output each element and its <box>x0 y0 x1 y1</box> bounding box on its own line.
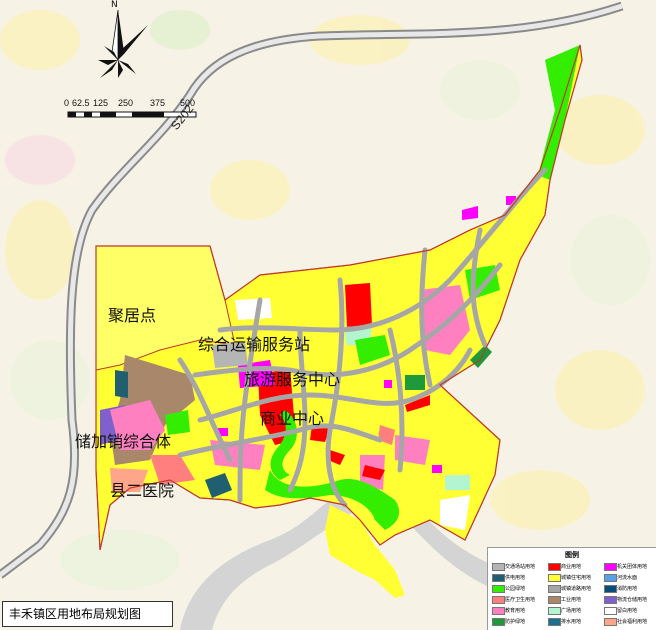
legend-swatch <box>548 596 561 604</box>
legend-swatch <box>492 585 505 593</box>
legend-label: 社会福利用地 <box>617 619 648 625</box>
legend-label: 机关团体用地 <box>617 564 648 570</box>
legend-swatch <box>604 585 617 593</box>
north-arrow-icon <box>98 9 148 78</box>
legend-label: 城镇道路用地 <box>561 586 592 592</box>
legend-label: 排水用地 <box>561 619 582 625</box>
legend-label: 消防用地 <box>617 586 638 592</box>
legend-swatch <box>492 618 505 626</box>
legend-swatch <box>548 585 561 593</box>
legend-swatch <box>548 563 561 571</box>
label-lvyou: 旅游服务中心 <box>244 370 341 389</box>
legend-swatch <box>492 607 505 615</box>
legend-swatch <box>548 574 561 582</box>
legend-swatch <box>604 607 617 615</box>
north-label: N <box>111 0 118 10</box>
legend-swatch <box>604 563 617 571</box>
scale-tick: 375 <box>150 98 166 108</box>
land-use-map <box>0 1 656 630</box>
label-chujia: 储加销综合体 <box>75 432 172 451</box>
legend: 图例 交通场站用地 商业用地 机关团体用地供电用地 城镇住宅用地 河流水面公园绿地 城镇道… <box>487 547 656 630</box>
map-title: 丰禾镇区用地布局规划图 <box>2 601 173 627</box>
legend-swatch <box>492 596 505 604</box>
legend-swatch <box>604 596 617 604</box>
legend-swatch <box>548 607 561 615</box>
legend-item: 排水用地 <box>546 615 602 627</box>
legend-swatch <box>604 618 617 626</box>
legend-label: 工业用地 <box>561 597 582 603</box>
legend-swatch <box>492 563 505 571</box>
legend-swatch <box>604 574 617 582</box>
legend-label: 广场用地 <box>561 608 582 614</box>
scale-tick: 250 <box>118 98 134 108</box>
legend-label: 物流仓储用地 <box>617 597 648 603</box>
legend-title: 图例 <box>565 551 579 559</box>
label-shangye: 商业中心 <box>260 409 325 428</box>
legend-swatch <box>548 618 561 626</box>
legend-swatch <box>492 574 505 582</box>
map-canvas: 0 62.5 125 250 375 500 N S202 聚居点 综合运输服务… <box>0 0 656 630</box>
scale-tick: 125 <box>93 98 109 108</box>
legend-label: 防护绿地 <box>505 619 526 625</box>
legend-label: 城镇住宅用地 <box>561 575 592 581</box>
label-yiyuan: 县二医院 <box>110 481 175 500</box>
legend-item: 社会福利用地 <box>602 615 656 627</box>
scale-tick: 0 <box>64 98 70 108</box>
legend-label: 医疗卫生用地 <box>505 597 536 603</box>
legend-label: 教育用地 <box>505 608 526 614</box>
legend-item: 防护绿地 <box>490 615 546 627</box>
legend-label: 公园绿地 <box>505 586 526 592</box>
legend-label: 商业用地 <box>561 564 582 570</box>
legend-label: 供电用地 <box>505 575 526 581</box>
legend-label: 留白用地 <box>617 608 638 614</box>
legend-label: 河流水面 <box>617 575 638 581</box>
scale-tick: 62.5 <box>72 98 90 108</box>
label-zonghe: 综合运输服务站 <box>198 335 311 354</box>
legend-label: 交通场站用地 <box>505 564 536 570</box>
label-juju: 聚居点 <box>108 306 157 325</box>
